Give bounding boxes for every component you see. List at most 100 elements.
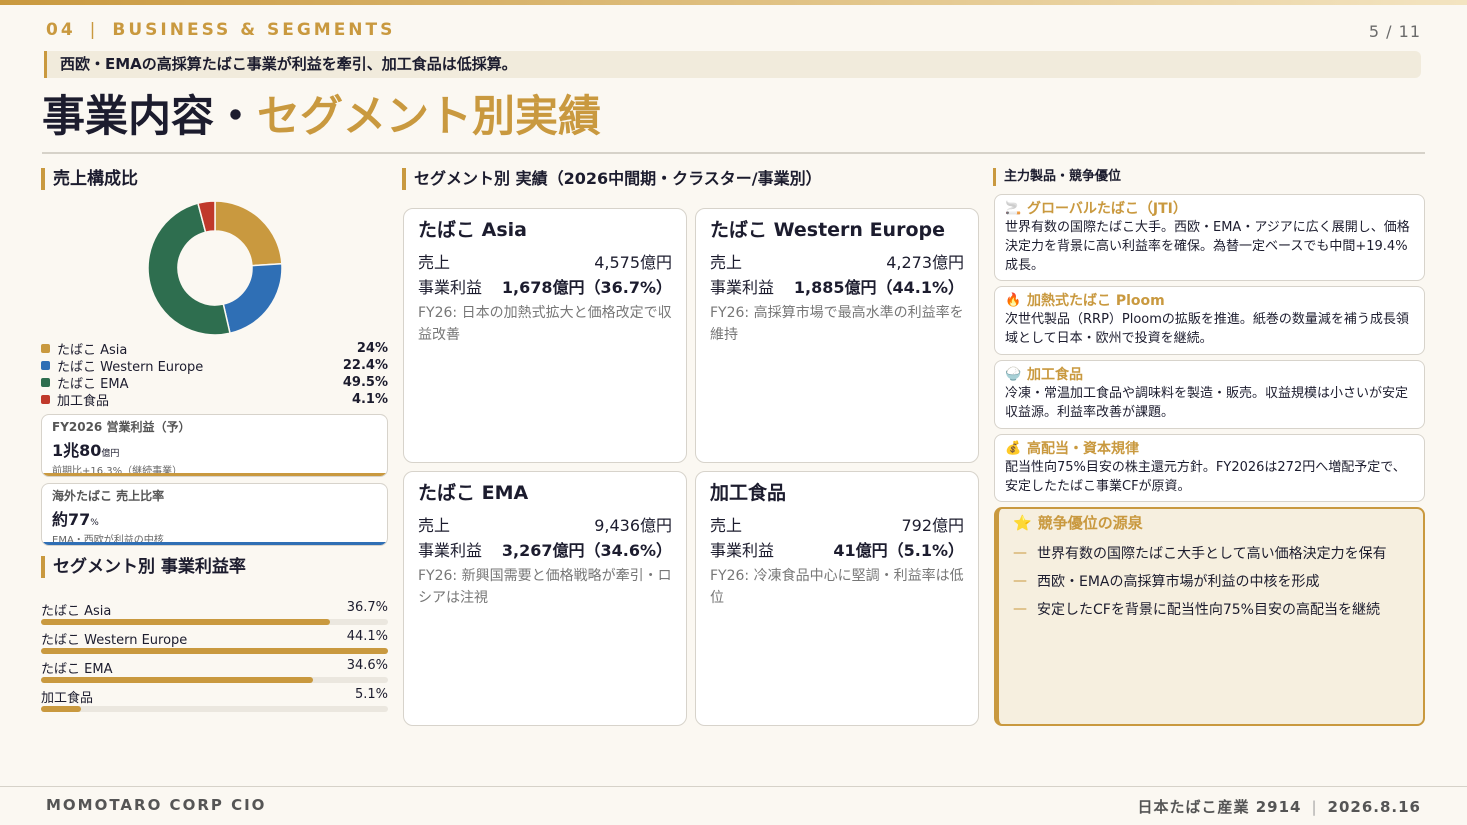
sales-label: 売上 bbox=[418, 252, 451, 272]
margin-track bbox=[41, 619, 388, 625]
margin-fill bbox=[41, 677, 314, 683]
segments-heading: セグメント別 実績（2026中間期・クラスター/事業別） bbox=[402, 168, 822, 190]
donut-slice bbox=[222, 262, 283, 335]
advantage-item: — 世界有数の国際たばこ大手として高い価格決定力を保有 bbox=[1013, 539, 1409, 567]
section-title: BUSINESS & SEGMENTS bbox=[112, 20, 396, 40]
segment-note: FY26: 高採算市場で最高水準の利益率を維持 bbox=[710, 305, 964, 343]
title-accent: セグメント別実績 bbox=[257, 92, 601, 142]
profit-value: 1,885億円（44.1%） bbox=[793, 277, 964, 297]
product-title: 加工食品 bbox=[1027, 367, 1083, 383]
product-card-ploom: 🔥 加熱式たばこ Ploom 次世代製品（RRP）Ploomの拡販を推進。紙巻の数… bbox=[994, 286, 1425, 355]
kpi-unit: 億円 bbox=[101, 449, 120, 459]
profit-value: 1,678億円（36.7%） bbox=[501, 277, 672, 297]
legend-item: たばこ Western Europe 22.4% bbox=[41, 357, 388, 375]
product-title: 高配当・資本規律 bbox=[1027, 441, 1139, 457]
sales-value: 9,436億円 bbox=[594, 515, 672, 535]
margin-label: たばこ Western Europe bbox=[41, 633, 188, 648]
top-accent-bar bbox=[0, 0, 1467, 5]
legend-swatch bbox=[41, 395, 50, 404]
section-label: 04 | BUSINESS & SEGMENTS bbox=[46, 20, 396, 40]
legend-value: 22.4% bbox=[342, 358, 388, 373]
margin-track bbox=[41, 648, 388, 654]
key-message-banner: 西欧・EMAの高採算たばこ事業が利益を牽引、加工食品は低採算。 bbox=[44, 51, 1421, 78]
sales-value: 792億円 bbox=[901, 515, 964, 535]
kpi-value: 約77% bbox=[52, 510, 99, 529]
kpi-operating-profit: FY2026 営業利益（予） 1兆80億円 前期比+16.3%（継続事業） bbox=[41, 414, 388, 477]
products-heading: 主力製品・競争優位 bbox=[993, 168, 1121, 186]
margin-fill bbox=[41, 706, 82, 712]
margin-track bbox=[41, 706, 388, 712]
sales-label: 売上 bbox=[710, 515, 743, 535]
kpi-value: 1兆80億円 bbox=[52, 441, 120, 460]
legend-item: 加工食品 4.1% bbox=[41, 391, 388, 409]
margin-fill bbox=[41, 619, 330, 625]
footer-divider bbox=[0, 786, 1467, 787]
margin-track bbox=[41, 677, 388, 683]
footer-brand: MOMOTARO CORP CIO bbox=[46, 796, 267, 814]
segment-note: FY26: 新興国需要と価格戦略が牽引・ロシアは注視 bbox=[418, 568, 672, 606]
margin-fill bbox=[41, 648, 388, 654]
title-main: 事業内容・ bbox=[42, 92, 257, 142]
margin-bar-list: たばこ Asia 36.7% たばこ Western Europe 44.1% たば… bbox=[41, 600, 388, 716]
kpi-overseas-ratio: 海外たばこ 売上比率 約77% EMA・西欧が利益の中核 bbox=[41, 483, 388, 546]
advantage-text: 安定したCFを背景に配当性向75%目安の高配当を継続 bbox=[1037, 602, 1380, 618]
margin-heading: セグメント別 事業利益率 bbox=[41, 556, 246, 578]
dash-icon: — bbox=[1013, 601, 1027, 617]
sales-label: 売上 bbox=[418, 515, 451, 535]
segment-note: FY26: 日本の加熱式拡大と価格改定で収益改善 bbox=[418, 305, 672, 343]
product-card-dividend: 💰 高配当・資本規律 配当性向75%目安の株主還元方針。FY2026は272円へ増… bbox=[994, 434, 1425, 502]
product-card-processed-food: 🍚 加工食品 冷凍・常温加工食品や調味料を製造・販売。収益規模は小さいが安定収益源… bbox=[994, 360, 1425, 429]
product-desc: 世界有数の国際たばこ大手。西欧・EMA・アジアに広く展開し、価格決定力を背景に高… bbox=[1005, 220, 1410, 273]
dash-icon: — bbox=[1013, 545, 1027, 561]
footer-company: 日本たばこ産業 2914 bbox=[1137, 798, 1302, 816]
legend-swatch bbox=[41, 378, 50, 387]
advantage-title: 競争優位の源泉 bbox=[1037, 514, 1143, 532]
segment-card-processed-food: 加工食品 売上 792億円 事業利益 41億円（5.1%） FY26: 冷凍食品中心… bbox=[695, 471, 979, 726]
rice-icon: 🍚 bbox=[1005, 366, 1022, 382]
product-desc: 冷凍・常温加工食品や調味料を製造・販売。収益規模は小さいが安定収益源。利益率改善… bbox=[1005, 386, 1409, 420]
footer-info: 日本たばこ産業 2914 | 2026.8.16 bbox=[1137, 798, 1421, 816]
margin-value: 44.1% bbox=[346, 629, 388, 644]
sales-label: 売上 bbox=[710, 252, 743, 272]
page-title: 事業内容・セグメント別実績 bbox=[42, 82, 601, 144]
margin-value: 34.6% bbox=[346, 658, 388, 673]
margin-label: 加工食品 bbox=[41, 691, 94, 706]
segment-card-western-europe: たばこ Western Europe 売上 4,273億円 事業利益 1,885億円… bbox=[695, 208, 979, 463]
margin-row: たばこ Asia 36.7% bbox=[41, 600, 388, 629]
sales-composition-donut-chart bbox=[147, 200, 283, 336]
donut-legend: たばこ Asia 24% たばこ Western Europe 22.4% たばこ … bbox=[41, 340, 388, 409]
product-title: 加熱式たばこ Ploom bbox=[1027, 293, 1165, 309]
legend-label: 加工食品 bbox=[57, 394, 110, 409]
page-number: 5 / 11 bbox=[1368, 22, 1421, 41]
kpi-accent-bar bbox=[42, 473, 387, 476]
product-title: グローバルたばこ（JTI） bbox=[1027, 201, 1187, 217]
product-desc: 配当性向75%目安の株主還元方針。FY2026は272円へ増配予定で、安定したた… bbox=[1005, 460, 1406, 494]
segment-title: たばこ Asia bbox=[418, 219, 527, 241]
legend-value: 4.1% bbox=[351, 392, 388, 407]
margin-value: 36.7% bbox=[346, 600, 388, 615]
profit-label: 事業利益 bbox=[418, 277, 483, 297]
profit-value: 3,267億円（34.6%） bbox=[501, 540, 672, 560]
margin-label: たばこ Asia bbox=[41, 604, 112, 619]
product-card-global-tobacco: 🚬 グローバルたばこ（JTI） 世界有数の国際たばこ大手。西欧・EMA・アジアに広… bbox=[994, 194, 1425, 281]
margin-row: たばこ EMA 34.6% bbox=[41, 658, 388, 687]
segment-title: たばこ EMA bbox=[418, 482, 529, 504]
legend-item: たばこ EMA 49.5% bbox=[41, 374, 388, 392]
advantage-item: — 西欧・EMAの高採算市場が利益の中核を形成 bbox=[1013, 567, 1409, 595]
legend-value: 49.5% bbox=[342, 375, 388, 390]
segment-note: FY26: 冷凍食品中心に堅調・利益率は低位 bbox=[710, 568, 964, 606]
competitive-advantage-box: ⭐ 競争優位の源泉 — 世界有数の国際たばこ大手として高い価格決定力を保有 — 西欧・… bbox=[994, 507, 1425, 726]
profit-label: 事業利益 bbox=[710, 277, 775, 297]
profit-label: 事業利益 bbox=[710, 540, 775, 560]
kpi-unit: % bbox=[90, 518, 99, 528]
legend-value: 24% bbox=[356, 341, 388, 356]
sales-value: 4,273億円 bbox=[886, 252, 964, 272]
advantage-text: 世界有数の国際たばこ大手として高い価格決定力を保有 bbox=[1037, 546, 1387, 562]
section-number: 04 bbox=[46, 20, 76, 40]
kpi-accent-bar bbox=[42, 542, 387, 545]
segment-title: たばこ Western Europe bbox=[710, 219, 945, 241]
legend-swatch bbox=[41, 344, 50, 353]
kpi-label: 海外たばこ 売上比率 bbox=[52, 489, 165, 503]
fire-icon: 🔥 bbox=[1005, 292, 1022, 308]
title-divider bbox=[42, 152, 1425, 154]
